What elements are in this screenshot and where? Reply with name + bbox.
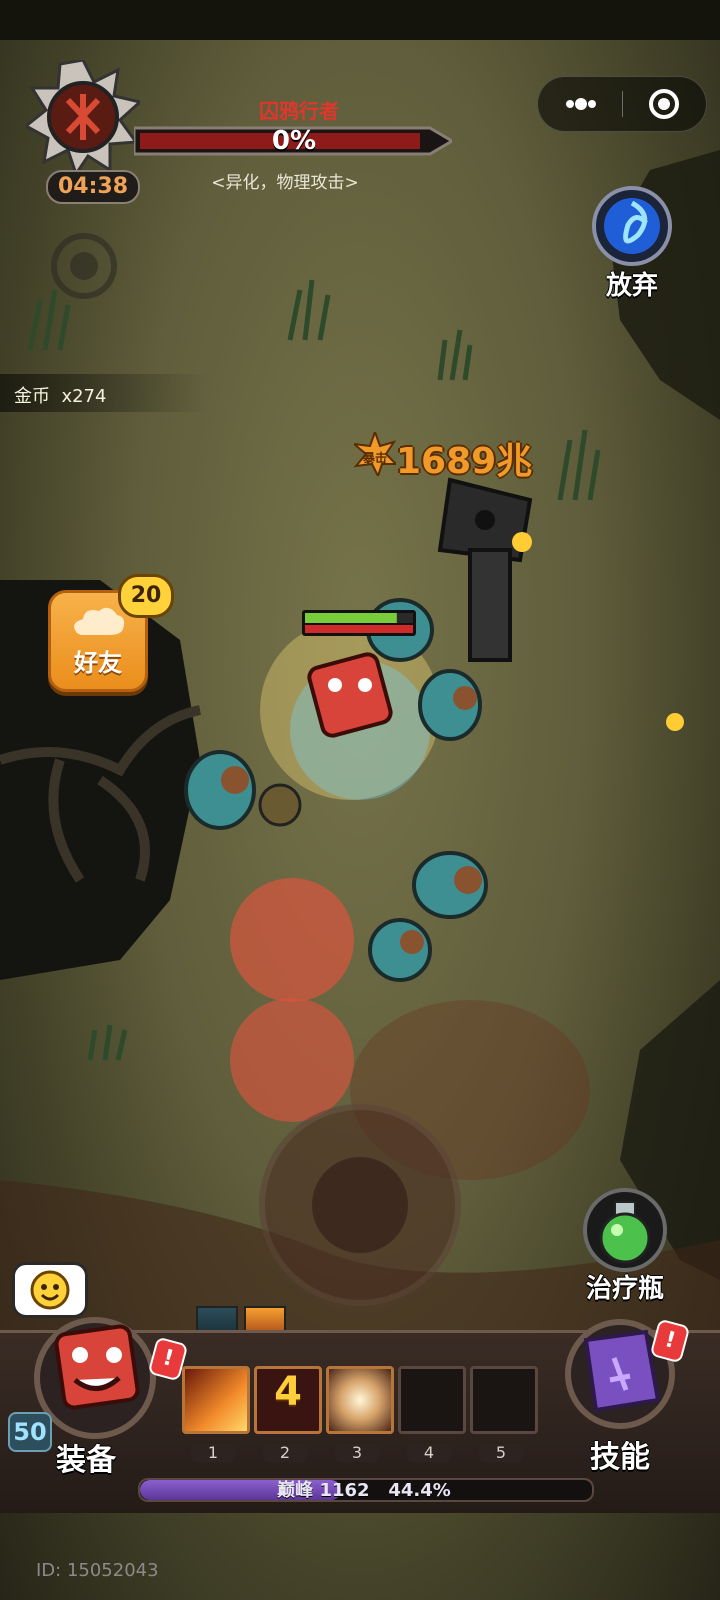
damage-prefix: 暴击 xyxy=(362,450,387,465)
capsule-divider xyxy=(622,91,623,117)
heal-label: 治疗瓶 xyxy=(585,1274,664,1304)
slot-number-1: 1 xyxy=(207,1443,219,1462)
friend-label: 好友 xyxy=(74,649,122,677)
friend-count-badge: 20 xyxy=(118,574,174,618)
skill-slot-4[interactable] xyxy=(398,1366,466,1434)
crit-burst-icon: 暴击 xyxy=(354,432,396,476)
cloud-icon xyxy=(74,607,125,635)
hero-hp-bar xyxy=(302,610,416,636)
giveup-button[interactable]: 放弃 xyxy=(588,185,676,301)
boss-emblem-icon xyxy=(26,60,140,174)
damage-value: 1689兆 xyxy=(396,441,533,482)
more-dots-icon[interactable] xyxy=(550,85,610,123)
boss-traits: <异化，物理攻击> xyxy=(211,173,359,193)
gold-counter: 金币 x274 xyxy=(14,382,106,408)
skill-slot-5[interactable] xyxy=(470,1366,538,1434)
hero-level-badge: 50 xyxy=(8,1412,52,1452)
slot-number-4: 4 xyxy=(423,1443,435,1462)
equip-label[interactable]: 装备 xyxy=(56,1435,116,1479)
boss-name: 囚鸦行者 xyxy=(259,99,339,123)
potion-icon xyxy=(583,1188,667,1272)
slot-number-5: 5 xyxy=(495,1443,507,1462)
portal-icon xyxy=(592,186,672,266)
skill-slot-3[interactable] xyxy=(326,1366,394,1434)
target-close-icon[interactable] xyxy=(634,85,694,123)
heal-potion-button[interactable]: 治疗瓶 xyxy=(575,1188,675,1304)
gold-label: 金币 xyxy=(14,386,50,407)
skill-slot-1[interactable] xyxy=(182,1366,250,1434)
boss-timer: 04:38 xyxy=(46,170,140,204)
giveup-label: 放弃 xyxy=(605,271,658,301)
gold-amount: x274 xyxy=(61,386,107,407)
slot-number-3: 3 xyxy=(351,1443,363,1462)
peak-progress-text: 巅峰 1162 44.4% xyxy=(138,1476,590,1502)
skill-label[interactable]: 技能 xyxy=(590,1432,650,1476)
peak-label: 巅峰 1162 xyxy=(277,1480,370,1501)
peak-percent: 44.4% xyxy=(388,1480,451,1501)
game-stage[interactable]: 04:38 囚鸦行者 0% <异化，物理攻击> 放弃 金币 x274 好友 20… xyxy=(0,0,720,1600)
skill-slot-2[interactable]: 4 xyxy=(254,1366,322,1434)
miniprogram-capsule xyxy=(537,76,707,132)
boss-hp-percent: 0% xyxy=(271,126,317,156)
player-id: ID: 15052043 xyxy=(36,1560,159,1581)
skill-slot-2-count: 4 xyxy=(274,1369,302,1415)
battle-scene xyxy=(184,477,684,982)
slot-number-2: 2 xyxy=(279,1443,291,1462)
